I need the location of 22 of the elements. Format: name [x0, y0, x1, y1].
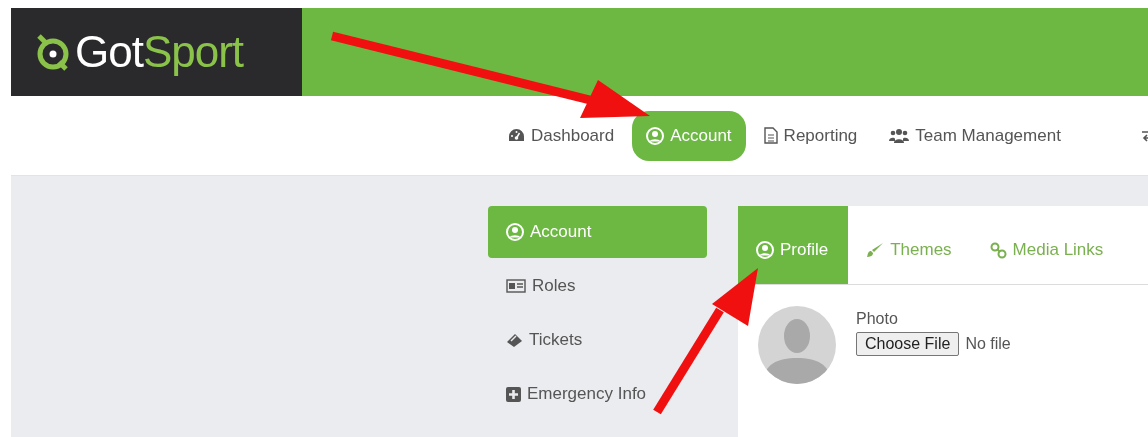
- sidebar-item[interactable]: Roles: [488, 260, 707, 312]
- file-status: No file: [965, 335, 1011, 353]
- logo-icon: [35, 32, 71, 72]
- paintbrush-icon: [866, 242, 885, 258]
- dashboard-gauge-icon: [508, 128, 525, 143]
- photo-label: Photo: [856, 310, 899, 328]
- link-icon: [989, 241, 1007, 259]
- users-icon: [889, 127, 910, 144]
- plus-square-icon: [506, 386, 521, 402]
- logo-text: GotSport: [75, 30, 244, 74]
- choose-file-button[interactable]: Choose File: [856, 332, 960, 356]
- sidebar-item[interactable]: Tickets: [488, 314, 707, 366]
- user-circle-icon: [646, 126, 665, 145]
- nav-tab[interactable]: Reporting: [749, 110, 872, 161]
- user-circle-icon: [756, 241, 774, 259]
- document-icon: [763, 127, 778, 144]
- nav-tab[interactable]: Dashboard: [494, 110, 629, 161]
- user-circle-icon: [506, 223, 524, 241]
- sidebar-item[interactable]: Emergency Info: [488, 368, 707, 420]
- nav-tab[interactable]: Team Management: [875, 110, 1075, 161]
- id-card-icon: [506, 279, 526, 293]
- ticket-icon: [506, 332, 523, 348]
